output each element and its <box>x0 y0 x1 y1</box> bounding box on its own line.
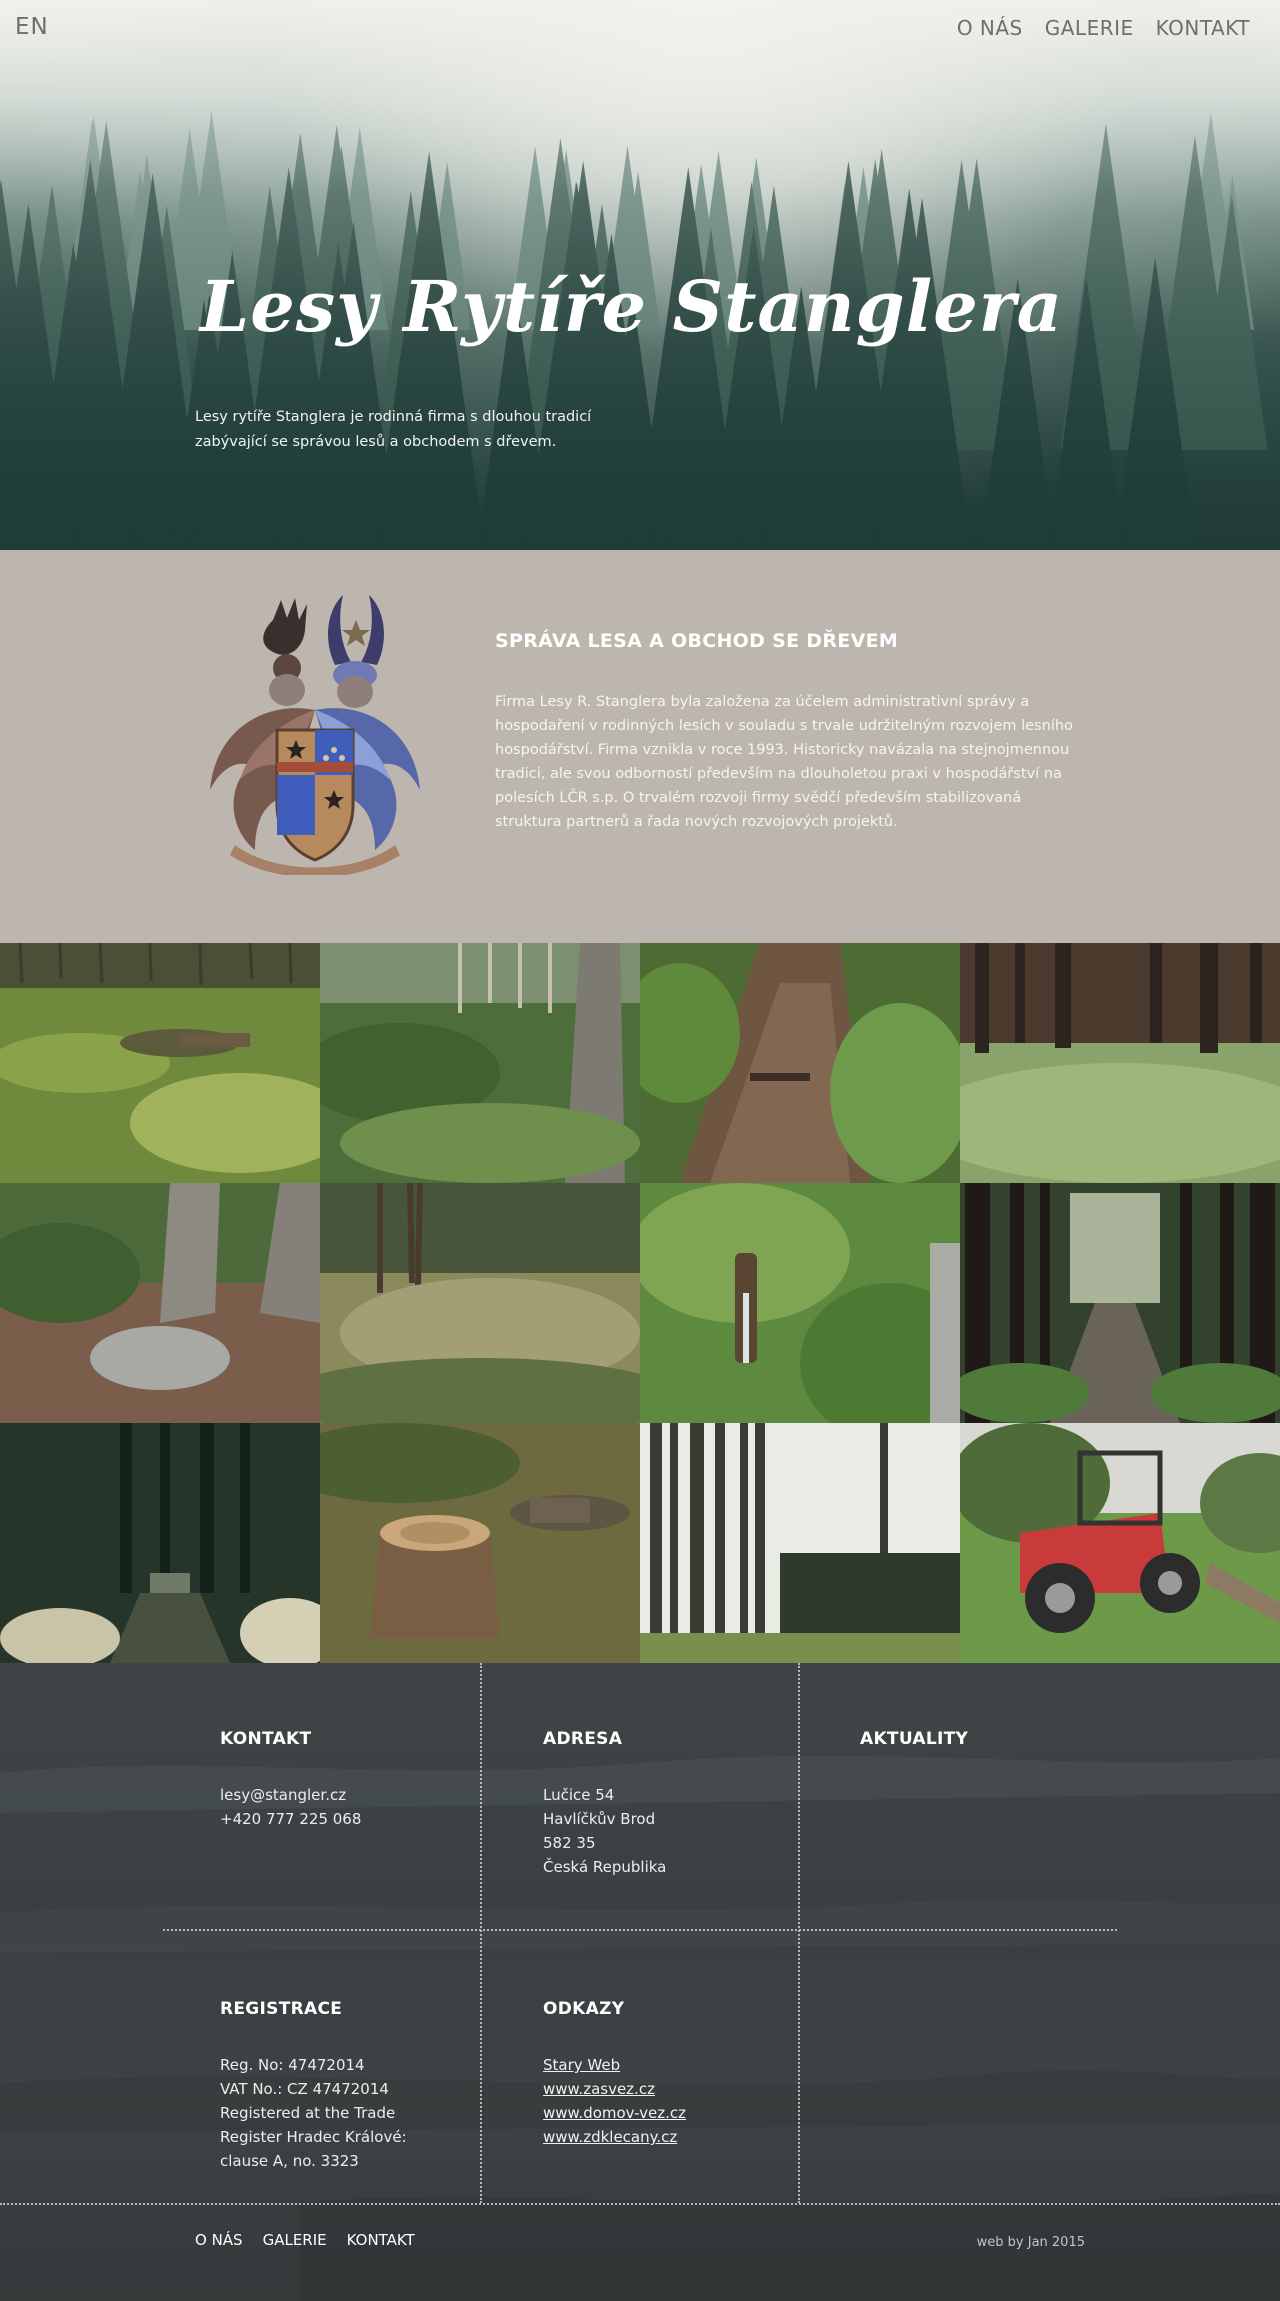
hero-subtitle-line-2: zabývající se správou lesů a obchodem s … <box>195 434 557 450</box>
gallery-photo-tree-stump[interactable] <box>320 1423 640 1663</box>
odkazy-link-stary-web[interactable]: Stary Web <box>543 2053 686 2077</box>
about-text-line: Firma Lesy R. Stanglera byla založena za… <box>495 694 1030 710</box>
gallery-photo-forest-road[interactable] <box>960 1183 1280 1423</box>
footer-registrace: REGISTRACE Reg. No: 47472014 VAT No.: CZ… <box>220 1999 407 2173</box>
registrace-line: clause A, no. 3323 <box>220 2152 359 2170</box>
registrace-line: VAT No.: CZ 47472014 <box>220 2080 389 2098</box>
footer-odkazy: ODKAZY Stary Web www.zasvez.cz www.domov… <box>543 1999 686 2149</box>
footer-credit: web by Jan 2015 <box>976 2235 1085 2250</box>
gallery-photo-forest-meadow[interactable] <box>960 943 1280 1183</box>
about-section: SPRÁVA LESA A OBCHOD SE DŘEVEM Firma Les… <box>0 550 1280 943</box>
coat-of-arms-image <box>210 595 420 875</box>
registrace-line: Reg. No: 47472014 <box>220 2056 365 2074</box>
adresa-line: 582 35 <box>543 1834 596 1852</box>
gallery-photo-tall-pines[interactable] <box>640 1423 960 1663</box>
registrace-line: Registered at the Trade <box>220 2104 396 2122</box>
gallery-photo-dry-grass-clearing[interactable] <box>320 1183 640 1423</box>
about-text-line: polesích LČR s.p. O trvalém rozvoji firm… <box>495 790 1022 806</box>
hero-section: EN O NÁS GALERIE KONTAKT Lesy Rytíře Sta… <box>0 0 1280 550</box>
language-switch[interactable]: EN <box>15 14 49 40</box>
kontakt-phone[interactable]: +420 777 225 068 <box>220 1807 361 1831</box>
about-text-line: struktura partnerů a řada nových rozvojo… <box>495 814 898 830</box>
about-text-line: hospodaření v rodinných lesích v souladu… <box>495 718 1073 734</box>
odkazy-heading: ODKAZY <box>543 1999 625 2019</box>
footer-divider <box>798 1663 800 2203</box>
odkazy-link-domov-vez[interactable]: www.domov-vez.cz <box>543 2101 686 2125</box>
hero-subtitle-line-1: Lesy rytíře Stanglera je rodinná firma s… <box>195 409 592 425</box>
footer-nav-kontakt[interactable]: KONTAKT <box>347 2231 415 2249</box>
odkazy-link-zdklecany[interactable]: www.zdklecany.cz <box>543 2125 686 2149</box>
gallery-photo-red-tractor[interactable] <box>960 1423 1280 1663</box>
gallery-photo-water-spring[interactable] <box>640 1183 960 1423</box>
photo-gallery <box>0 943 1280 1663</box>
gallery-photo-boulder-path[interactable] <box>0 1183 320 1423</box>
footer-kontakt: KONTAKT lesy@stangler.cz +420 777 225 06… <box>220 1729 361 1831</box>
footer-divider <box>480 1663 482 2203</box>
nav-o-nas[interactable]: O NÁS <box>957 16 1023 40</box>
footer-divider <box>163 1929 1117 1931</box>
gallery-photo-spruce-trunk-grass[interactable] <box>320 943 640 1183</box>
registrace-line: Register Hradec Králové: <box>220 2128 407 2146</box>
gallery-photo-forest-stream[interactable] <box>640 943 960 1183</box>
nav-galerie[interactable]: GALERIE <box>1045 16 1134 40</box>
about-heading: SPRÁVA LESA A OBCHOD SE DŘEVEM <box>495 630 899 652</box>
footer-divider <box>0 2203 1280 2205</box>
registrace-heading: REGISTRACE <box>220 1999 343 2019</box>
hero-title: Lesy Rytíře Stanglera <box>200 265 1063 348</box>
about-text-line: tradici, ale svou odborností především n… <box>495 766 1062 782</box>
footer-nav-galerie[interactable]: GALERIE <box>263 2231 327 2249</box>
adresa-line: Havlíčkův Brod <box>543 1810 656 1828</box>
odkazy-link-zasvez[interactable]: www.zasvez.cz <box>543 2077 686 2101</box>
gallery-photo-forest-floor-moss[interactable] <box>0 943 320 1183</box>
gallery-photo-dark-forest-path[interactable] <box>0 1423 320 1663</box>
footer-navigation: O NÁS GALERIE KONTAKT <box>195 2231 415 2249</box>
kontakt-email[interactable]: lesy@stangler.cz <box>220 1783 361 1807</box>
nav-kontakt[interactable]: KONTAKT <box>1156 16 1250 40</box>
adresa-line: Lučice 54 <box>543 1786 615 1804</box>
aktuality-heading: AKTUALITY <box>860 1729 969 1749</box>
footer-adresa: ADRESA Lučice 54 Havlíčkův Brod 582 35 Č… <box>543 1729 666 1879</box>
adresa-heading: ADRESA <box>543 1729 623 1749</box>
hero-subtitle: Lesy rytíře Stanglera je rodinná firma s… <box>195 405 615 455</box>
kontakt-heading: KONTAKT <box>220 1729 312 1749</box>
footer-nav-o-nas[interactable]: O NÁS <box>195 2231 243 2249</box>
top-navigation: O NÁS GALERIE KONTAKT <box>957 16 1250 40</box>
footer-aktuality: AKTUALITY <box>860 1729 968 1783</box>
about-text-line: hospodářství. Firma vznikla v roce 1993.… <box>495 742 1070 758</box>
adresa-line: Česká Republika <box>543 1858 667 1876</box>
site-footer: KONTAKT lesy@stangler.cz +420 777 225 06… <box>0 1663 1280 2301</box>
about-text: Firma Lesy R. Stanglera byla založena za… <box>495 690 1075 834</box>
